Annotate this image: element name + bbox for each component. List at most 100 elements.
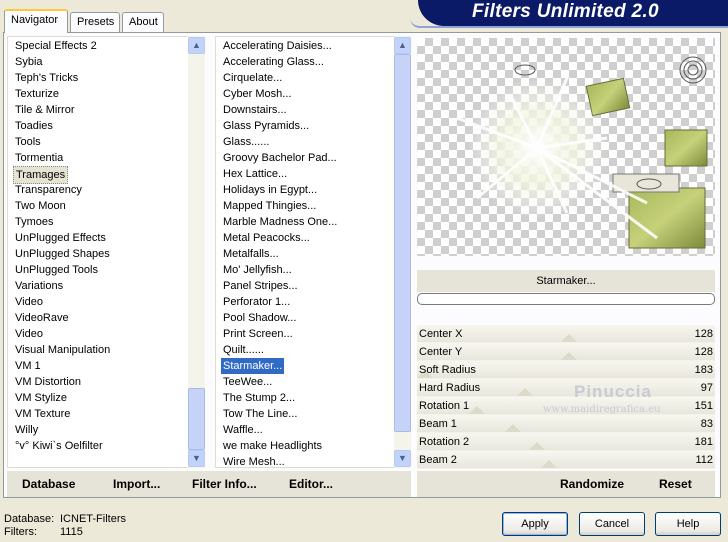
- category-item[interactable]: Variations: [8, 278, 65, 294]
- category-item[interactable]: Texturize: [8, 86, 61, 102]
- scroll-down-icon[interactable]: ▼: [188, 450, 205, 467]
- category-item[interactable]: UnPlugged Tools: [8, 262, 100, 278]
- param-slider[interactable]: Beam 2 112: [417, 451, 715, 469]
- editor-button[interactable]: Editor...: [289, 477, 333, 491]
- filter-item[interactable]: Groovy Bachelor Pad...: [216, 150, 339, 166]
- category-item[interactable]: Tramages: [8, 166, 69, 184]
- database-button[interactable]: Database: [22, 477, 75, 491]
- selected-filter-label: Starmaker...: [536, 275, 596, 287]
- filter-scrollbar[interactable]: ▲ ▼: [394, 36, 411, 468]
- category-item-label: Toadies: [15, 120, 53, 132]
- filter-item[interactable]: Metal Peacocks...: [216, 230, 312, 246]
- param-value: 183: [694, 364, 713, 376]
- filter-scroll-thumb[interactable]: [394, 54, 411, 432]
- category-item[interactable]: Teph's Tricks: [8, 70, 80, 86]
- app-title-banner: Filters Unlimited 2.0: [418, 0, 728, 26]
- category-item[interactable]: Tormentia: [8, 150, 65, 166]
- category-list[interactable]: Special Effects 2 Sybia Teph's Tricks Textu…: [7, 36, 189, 468]
- filter-item[interactable]: The Stump 2...: [216, 390, 297, 406]
- help-button[interactable]: Help: [655, 512, 721, 536]
- category-item[interactable]: Visual Manipulation: [8, 342, 112, 358]
- scroll-up-icon[interactable]: ▲: [394, 37, 411, 54]
- filter-item[interactable]: Mo' Jellyfish...: [216, 262, 294, 278]
- param-slider[interactable]: Center Y 128: [417, 343, 715, 361]
- category-item[interactable]: VM Stylize: [8, 390, 69, 406]
- category-item[interactable]: UnPlugged Effects: [8, 230, 108, 246]
- filter-item[interactable]: Perforator 1...: [216, 294, 292, 310]
- scroll-down-icon[interactable]: ▼: [394, 450, 411, 467]
- category-item-label: Visual Manipulation: [15, 344, 111, 356]
- category-item[interactable]: Tools: [8, 134, 43, 150]
- preview-image: [417, 38, 715, 256]
- filter-info-button[interactable]: Filter Info...: [192, 477, 257, 491]
- apply-button[interactable]: Apply: [502, 512, 568, 536]
- category-item[interactable]: Willy: [8, 422, 40, 438]
- category-item[interactable]: Tile & Mirror: [8, 102, 76, 118]
- filter-item[interactable]: Marble Madness One...: [216, 214, 339, 230]
- category-item[interactable]: Tymoes: [8, 214, 56, 230]
- filter-item-label: Hex Lattice...: [223, 168, 288, 180]
- param-slider[interactable]: Soft Radius 183: [417, 361, 715, 379]
- category-scrollbar[interactable]: ▲ ▼: [188, 36, 205, 468]
- filter-item[interactable]: Downstairs...: [216, 102, 289, 118]
- category-item[interactable]: Two Moon: [8, 198, 68, 214]
- filter-list[interactable]: Accelerating Daisies... Accelerating Glas…: [215, 36, 395, 468]
- tab-presets-label: Presets: [77, 16, 115, 28]
- slider-marker-icon[interactable]: [505, 424, 521, 432]
- filter-item-label: Quilt......: [223, 344, 264, 356]
- filter-item[interactable]: Metalfalls...: [216, 246, 281, 262]
- tab-presets[interactable]: Presets: [70, 12, 120, 32]
- category-item[interactable]: Video: [8, 294, 45, 310]
- tab-navigator[interactable]: Navigator: [4, 9, 68, 33]
- slider-marker-icon[interactable]: [561, 334, 577, 342]
- category-scroll-thumb[interactable]: [188, 388, 205, 450]
- reset-button[interactable]: Reset: [659, 477, 692, 491]
- category-item[interactable]: Special Effects 2: [8, 38, 99, 54]
- filter-item[interactable]: we make Headlights: [216, 438, 324, 454]
- scroll-up-icon[interactable]: ▲: [188, 37, 205, 54]
- filter-item[interactable]: Mapped Thingies...: [216, 198, 318, 214]
- filter-item[interactable]: Print Screen...: [216, 326, 295, 342]
- import-button[interactable]: Import...: [113, 477, 160, 491]
- filter-item-label: Accelerating Glass...: [223, 56, 324, 68]
- param-slider[interactable]: Rotation 2 181: [417, 433, 715, 451]
- filter-item[interactable]: Wire Mesh...: [216, 454, 287, 470]
- filter-item[interactable]: Accelerating Glass...: [216, 54, 326, 70]
- category-item[interactable]: Toadies: [8, 118, 55, 134]
- slider-marker-icon[interactable]: [517, 388, 533, 396]
- category-item[interactable]: UnPlugged Shapes: [8, 246, 112, 262]
- cancel-button[interactable]: Cancel: [579, 512, 645, 536]
- category-item[interactable]: Sybia: [8, 54, 45, 70]
- slider-marker-icon[interactable]: [561, 352, 577, 360]
- category-item[interactable]: VideoRave: [8, 310, 71, 326]
- filter-item[interactable]: Starmaker...: [216, 358, 285, 374]
- filter-item[interactable]: Cirquelate...: [216, 70, 284, 86]
- filter-item[interactable]: Glass Pyramids...: [216, 118, 311, 134]
- category-item[interactable]: Transparency: [8, 182, 84, 198]
- category-item[interactable]: VM Distortion: [8, 374, 83, 390]
- filter-item[interactable]: TeeWee...: [216, 374, 274, 390]
- filter-item[interactable]: Accelerating Daisies...: [216, 38, 334, 54]
- filter-item[interactable]: Hex Lattice...: [216, 166, 289, 182]
- filter-item[interactable]: Glass......: [216, 134, 271, 150]
- param-slider[interactable]: Hard Radius 97: [417, 379, 715, 397]
- filter-item[interactable]: Tow The Line...: [216, 406, 299, 422]
- slider-marker-icon[interactable]: [529, 442, 545, 450]
- param-slider[interactable]: Beam 1 83: [417, 415, 715, 433]
- filter-item[interactable]: Quilt......: [216, 342, 266, 358]
- tab-about[interactable]: About: [122, 12, 164, 32]
- param-slider[interactable]: Center X 128: [417, 325, 715, 343]
- randomize-button[interactable]: Randomize: [560, 477, 624, 491]
- slider-marker-icon[interactable]: [541, 460, 557, 468]
- filter-item[interactable]: Pool Shadow...: [216, 310, 298, 326]
- category-item[interactable]: VM Texture: [8, 406, 72, 422]
- category-item[interactable]: VM 1: [8, 358, 43, 374]
- filter-item[interactable]: Holidays in Egypt...: [216, 182, 319, 198]
- filter-item[interactable]: Cyber Mosh...: [216, 86, 293, 102]
- slider-marker-icon[interactable]: [469, 406, 485, 414]
- filter-item-label: Downstairs...: [223, 104, 287, 116]
- filter-item[interactable]: Waffle...: [216, 422, 265, 438]
- category-item[interactable]: °v° Kiwi`s Oelfilter: [8, 438, 105, 454]
- category-item[interactable]: Video: [8, 326, 45, 342]
- filter-item[interactable]: Panel Stripes...: [216, 278, 300, 294]
